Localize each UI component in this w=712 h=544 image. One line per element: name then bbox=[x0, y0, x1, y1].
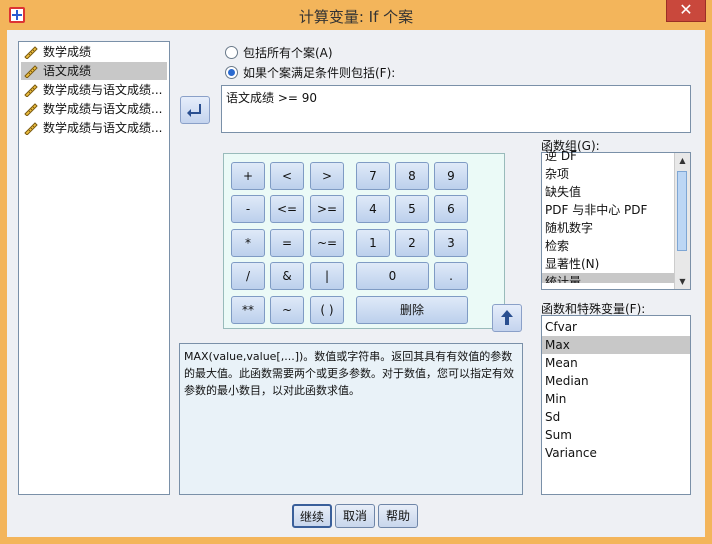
variable-item[interactable]: 数学成绩与语文成绩... bbox=[21, 119, 167, 137]
ruler-icon bbox=[24, 103, 38, 116]
key-less[interactable]: < bbox=[270, 162, 304, 190]
help-button[interactable]: 帮助 bbox=[378, 504, 418, 528]
radio-label: 包括所有个案(A) bbox=[243, 46, 333, 60]
function-group-item[interactable]: 显著性(N) bbox=[542, 255, 674, 273]
scroll-up-icon[interactable]: ▲ bbox=[675, 153, 690, 168]
function-group-item[interactable]: 随机数字 bbox=[542, 219, 674, 237]
radio-include-all[interactable]: 包括所有个案(A) bbox=[225, 44, 333, 62]
key-4[interactable]: 4 bbox=[356, 195, 390, 223]
function-item[interactable]: Sd bbox=[542, 408, 690, 426]
variable-item[interactable]: 数学成绩与语文成绩... bbox=[21, 100, 167, 118]
ruler-icon bbox=[24, 84, 38, 97]
scrollbar[interactable]: ▲ ▼ bbox=[674, 153, 690, 289]
key-3[interactable]: 3 bbox=[434, 229, 468, 257]
function-item[interactable]: Max bbox=[542, 336, 690, 354]
key-decimal[interactable]: . bbox=[434, 262, 468, 290]
key-and[interactable]: & bbox=[270, 262, 304, 290]
functions-list[interactable]: Cfvar Max Mean Median Min Sd Sum Variance bbox=[541, 315, 691, 495]
condition-expression-box[interactable]: 语文成绩 >= 90 bbox=[221, 85, 691, 133]
key-5[interactable]: 5 bbox=[395, 195, 429, 223]
key-8[interactable]: 8 bbox=[395, 162, 429, 190]
scroll-down-icon[interactable]: ▼ bbox=[675, 274, 690, 289]
title-bar: 计算变量: If 个案 ✕ bbox=[0, 0, 712, 30]
radio-label: 如果个案满足条件则包括(F): bbox=[243, 66, 396, 80]
move-variable-button[interactable] bbox=[180, 96, 210, 124]
radio-button[interactable] bbox=[225, 46, 238, 59]
key-6[interactable]: 6 bbox=[434, 195, 468, 223]
key-delete[interactable]: 删除 bbox=[356, 296, 468, 324]
function-group-item[interactable]: PDF 与非中心 PDF bbox=[542, 201, 674, 219]
ruler-icon bbox=[24, 122, 38, 135]
variable-label: 数学成绩与语文成绩... bbox=[43, 102, 163, 116]
key-divide[interactable]: / bbox=[231, 262, 265, 290]
ruler-icon bbox=[24, 65, 38, 78]
calculator-keypad: + < >7 8 9 - <= >= 4 5 6 * = ~= 1 2 3 /& | 0. ** ~( ) 删除 bbox=[223, 153, 505, 329]
function-group-item[interactable]: 缺失值 bbox=[542, 183, 674, 201]
function-item[interactable]: Variance bbox=[542, 444, 690, 462]
function-group-item[interactable]: 检索 bbox=[542, 237, 674, 255]
variable-item[interactable]: 数学成绩 bbox=[21, 43, 167, 61]
ruler-icon bbox=[24, 46, 38, 59]
key-greater[interactable]: > bbox=[310, 162, 344, 190]
function-item[interactable]: Sum bbox=[542, 426, 690, 444]
function-group-list[interactable]: 逆 DF 杂项 缺失值 PDF 与非中心 PDF 随机数字 检索 显著性(N) 统计量 ▲ ▼ bbox=[541, 149, 691, 290]
key-9[interactable]: 9 bbox=[434, 162, 468, 190]
key-or[interactable]: | bbox=[310, 262, 344, 290]
key-not-equal[interactable]: ~= bbox=[310, 229, 344, 257]
key-parentheses[interactable]: ( ) bbox=[310, 296, 344, 324]
arrow-right-icon bbox=[187, 104, 201, 117]
variable-label: 数学成绩与语文成绩... bbox=[43, 83, 163, 97]
cancel-button[interactable]: 取消 bbox=[335, 504, 375, 528]
key-less-equal[interactable]: <= bbox=[270, 195, 304, 223]
condition-text[interactable]: 语文成绩 >= 90 bbox=[222, 86, 690, 109]
function-item[interactable]: Min bbox=[542, 390, 690, 408]
continue-button[interactable]: 继续 bbox=[292, 504, 332, 528]
key-7[interactable]: 7 bbox=[356, 162, 390, 190]
variable-label: 语文成绩 bbox=[43, 64, 92, 78]
radio-include-if[interactable]: 如果个案满足条件则包括(F): bbox=[225, 64, 395, 82]
key-equal[interactable]: = bbox=[270, 229, 304, 257]
key-minus[interactable]: - bbox=[231, 195, 265, 223]
window-title: 计算变量: If 个案 bbox=[298, 8, 414, 26]
function-group-item[interactable]: 逆 DF bbox=[542, 147, 674, 165]
dialog-body: 数学成绩 语文成绩 数学成绩与语文成绩... 数学成绩与语文成绩... 数学成绩… bbox=[7, 30, 705, 537]
scroll-thumb[interactable] bbox=[677, 171, 687, 251]
insert-function-button[interactable] bbox=[492, 304, 522, 332]
key-plus[interactable]: + bbox=[231, 162, 265, 190]
variable-label: 数学成绩与语文成绩... bbox=[43, 121, 163, 135]
key-2[interactable]: 2 bbox=[395, 229, 429, 257]
function-group-item[interactable]: 杂项 bbox=[542, 165, 674, 183]
variable-item[interactable]: 数学成绩与语文成绩... bbox=[21, 81, 167, 99]
key-power[interactable]: ** bbox=[231, 296, 265, 324]
variable-label: 数学成绩 bbox=[43, 45, 92, 59]
radio-button[interactable] bbox=[225, 66, 238, 79]
key-1[interactable]: 1 bbox=[356, 229, 390, 257]
key-0[interactable]: 0 bbox=[356, 262, 429, 290]
variable-list[interactable]: 数学成绩 语文成绩 数学成绩与语文成绩... 数学成绩与语文成绩... 数学成绩… bbox=[18, 41, 170, 495]
key-not[interactable]: ~ bbox=[270, 296, 304, 324]
close-button[interactable]: ✕ bbox=[666, 0, 706, 22]
function-item[interactable]: Median bbox=[542, 372, 690, 390]
arrow-up-icon bbox=[501, 310, 513, 325]
description-text: MAX(value,value[,...])。数值或字符串。返回其具有有效值的参… bbox=[184, 350, 514, 397]
dialog-window: 计算变量: If 个案 ✕ 数学成绩 语文成绩 数学成绩与语文成绩... 数学成… bbox=[0, 0, 712, 544]
variable-item[interactable]: 语文成绩 bbox=[21, 62, 167, 80]
function-item[interactable]: Cfvar bbox=[542, 318, 690, 336]
key-multiply[interactable]: * bbox=[231, 229, 265, 257]
function-item[interactable]: Mean bbox=[542, 354, 690, 372]
function-group-item[interactable]: 统计量 bbox=[542, 273, 674, 283]
key-greater-equal[interactable]: >= bbox=[310, 195, 344, 223]
function-description: MAX(value,value[,...])。数值或字符串。返回其具有有效值的参… bbox=[179, 343, 523, 495]
